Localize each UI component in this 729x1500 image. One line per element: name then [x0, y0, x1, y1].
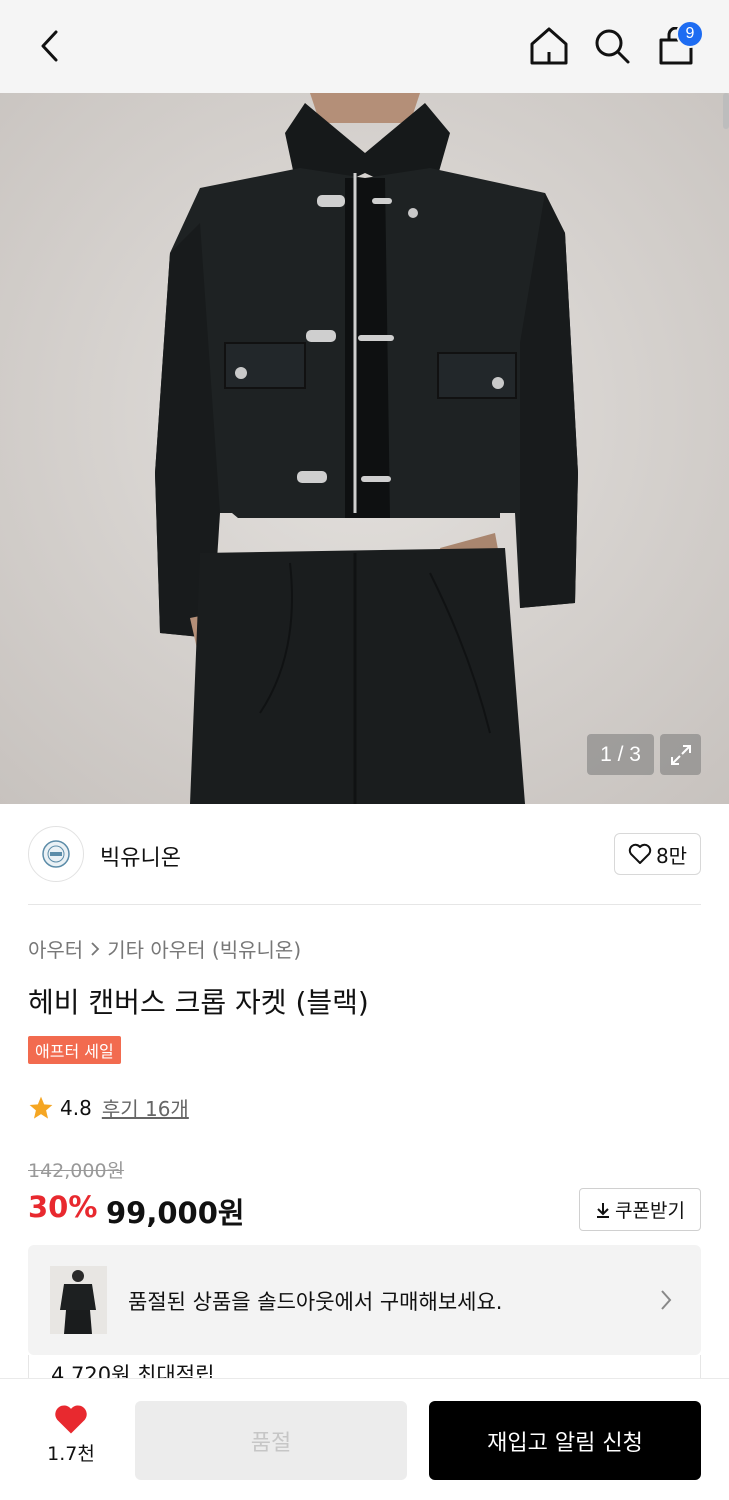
- download-icon: [597, 1202, 610, 1218]
- wishlist-count: 1.7천: [47, 1443, 95, 1465]
- original-price: 142,000원: [28, 1160, 125, 1182]
- soldout-banner-text: 품절된 상품을 솔드아웃에서 구매해보세요.: [128, 1290, 503, 1314]
- star-icon: [29, 1096, 53, 1119]
- reviews-link[interactable]: 후기 16개: [102, 1093, 189, 1122]
- chevron-left-icon: [41, 30, 58, 62]
- expand-icon: [670, 744, 691, 765]
- coupon-label: 쿠폰받기: [615, 1200, 685, 1222]
- discount-rate: 30%: [28, 1190, 98, 1224]
- breadcrumb-category[interactable]: 아우터: [28, 934, 83, 963]
- cart-button[interactable]: 9: [652, 20, 704, 70]
- brand-row: 빅유니온 8만: [28, 826, 701, 882]
- coupon-button[interactable]: 쿠폰받기: [579, 1188, 701, 1231]
- soldout-thumbnail: [50, 1266, 107, 1334]
- expand-image-button[interactable]: [660, 734, 701, 775]
- heart-outline-icon: [628, 843, 652, 864]
- brand-like-button[interactable]: 8만: [614, 833, 701, 875]
- product-image[interactable]: [0, 93, 729, 804]
- rating: 4.8 후기 16개: [28, 1093, 189, 1122]
- top-navigation-bar: 9: [0, 0, 729, 93]
- sale-badge: 애프터 세일: [28, 1036, 121, 1064]
- divider: [28, 904, 701, 905]
- soldout-button[interactable]: 품절: [135, 1401, 407, 1480]
- image-counter: 1 / 3: [587, 734, 654, 775]
- rating-score: 4.8: [60, 1095, 92, 1120]
- restock-alert-button[interactable]: 재입고 알림 신청: [429, 1401, 701, 1480]
- brand-logo[interactable]: [28, 826, 84, 882]
- chevron-right-icon: [91, 941, 100, 956]
- soldout-banner[interactable]: 품절된 상품을 솔드아웃에서 구매해보세요.: [28, 1245, 701, 1355]
- brand-logo-icon: [42, 840, 70, 868]
- wishlist-button[interactable]: 1.7천: [34, 1403, 108, 1475]
- heart-filled-icon: [55, 1405, 87, 1434]
- sale-price: 99,000원: [106, 1196, 245, 1230]
- back-button[interactable]: [26, 22, 74, 70]
- search-button[interactable]: [588, 22, 636, 70]
- brand-like-count: 8만: [655, 843, 688, 868]
- page-scrollbar[interactable]: [723, 93, 729, 129]
- breadcrumb: 아우터 기타 아우터 (빅유니온): [28, 934, 301, 963]
- home-icon: [530, 27, 568, 65]
- chevron-right-icon: [661, 1290, 672, 1310]
- product-title: 헤비 캔버스 크롭 자켓 (블랙): [28, 986, 369, 1019]
- cart-count-badge: 9: [676, 20, 704, 48]
- search-icon: [595, 29, 630, 64]
- home-button[interactable]: [525, 22, 573, 70]
- brand-name[interactable]: 빅유니온: [100, 840, 181, 872]
- bottom-action-bar: 1.7천 품절 재입고 알림 신청: [0, 1378, 729, 1500]
- breadcrumb-subcategory[interactable]: 기타 아우터 (빅유니온): [107, 934, 301, 963]
